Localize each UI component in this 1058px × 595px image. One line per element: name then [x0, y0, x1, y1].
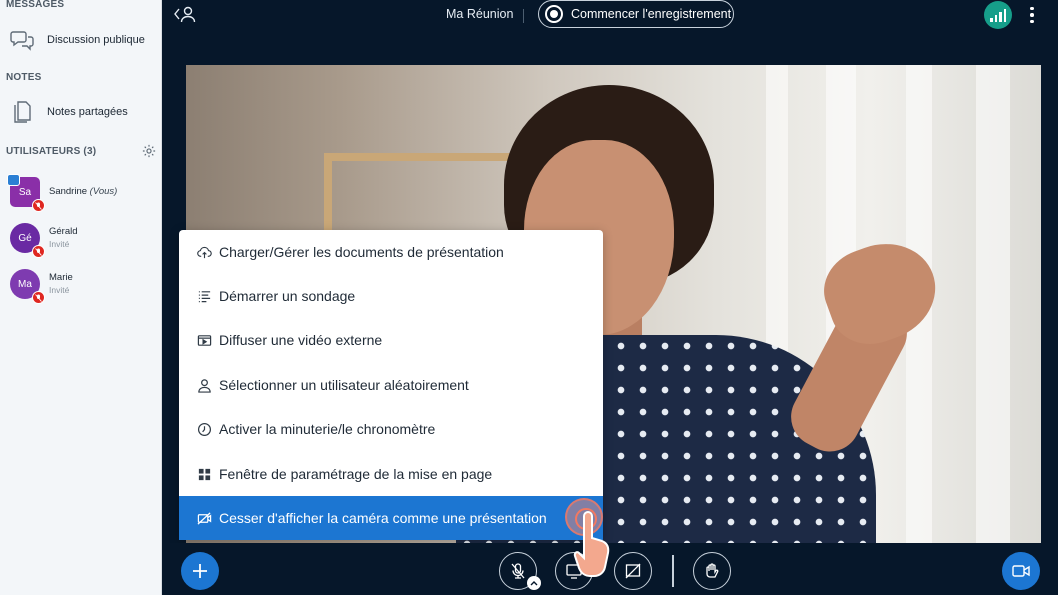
menu-item-layout-settings[interactable]: Fenêtre de paramétrage de la mise en pag… [179, 452, 603, 496]
cloud-upload-icon [197, 245, 212, 260]
menu-item-label: Diffuser une vidéo externe [219, 332, 383, 348]
camera-icon [1012, 565, 1030, 577]
user-name: Gérald [49, 226, 78, 237]
shared-notes-label: Notes partagées [47, 106, 128, 118]
hand-icon [706, 563, 719, 578]
menu-item-label: Fenêtre de paramétrage de la mise en pag… [219, 466, 493, 482]
user-self-tag: (Vous) [89, 186, 118, 197]
notes-section-title: NOTES [6, 72, 42, 83]
menu-item-start-poll[interactable]: Démarrer un sondage [179, 274, 603, 318]
menu-item-timer[interactable]: Activer la minuterie/le chronomètre [179, 407, 603, 451]
menu-item-label: Démarrer un sondage [219, 288, 356, 304]
user-item-sandrine[interactable]: Sa Sandrine (Vous) [7, 172, 160, 212]
raise-hand-button[interactable] [693, 552, 731, 590]
muted-mic-icon [32, 199, 45, 212]
menu-item-label: Activer la minuterie/le chronomètre [219, 421, 436, 437]
messages-section-title: MESSAGES [6, 0, 65, 10]
muted-mic-icon [32, 245, 45, 258]
notes-document-icon [8, 98, 36, 126]
layout-icon [197, 467, 212, 482]
actions-plus-button[interactable] [181, 552, 219, 590]
bottom-divider [672, 555, 674, 587]
presentation-off-icon [625, 563, 641, 579]
curtain-stripe [976, 65, 1010, 543]
menu-item-upload-presentation[interactable]: Charger/Gérer les documents de présentat… [179, 230, 603, 274]
camera-button[interactable] [1002, 552, 1040, 590]
user-role: Invité [49, 239, 70, 249]
top-bar: Ma Réunion Commencer l'enregistrement [162, 0, 1058, 30]
menu-item-random-user[interactable]: Sélectionner un utilisateur aléatoiremen… [179, 363, 603, 407]
user-role: Invité [49, 285, 70, 295]
menu-item-external-video[interactable]: Diffuser une vidéo externe [179, 318, 603, 362]
chevron-up-icon [530, 581, 538, 586]
menu-item-label: Charger/Gérer les documents de présentat… [219, 244, 504, 260]
audio-options-caret[interactable] [527, 576, 541, 590]
avatar-initials: Ma [18, 278, 32, 290]
avatar: Sa [7, 174, 45, 212]
muted-mic-icon [32, 291, 45, 304]
users-section-title: UTILISATEURS (3) [6, 146, 97, 157]
shared-notes-item[interactable]: Notes partagées [8, 95, 158, 129]
pointing-hand-icon [573, 511, 610, 577]
plus-icon [193, 564, 207, 578]
sidebar: MESSAGES Discussion publique NOTES Notes… [0, 0, 162, 595]
stop-camera-presentation-button[interactable] [614, 552, 652, 590]
record-icon [545, 5, 563, 23]
avatar-initials: Sa [18, 186, 32, 198]
user-item-marie[interactable]: Ma Marie Invité [10, 264, 160, 304]
poll-list-icon [197, 289, 212, 304]
toggle-userlist-icon[interactable] [174, 5, 196, 23]
user-item-gerald[interactable]: Gé Gérald Invité [10, 218, 160, 258]
avatar: Ma [10, 269, 45, 304]
camera-off-presentation-icon [197, 511, 212, 526]
bottom-action-bar [162, 543, 1058, 595]
actions-menu: Charger/Gérer les documents de présentat… [179, 230, 603, 540]
connection-status-icon[interactable] [984, 1, 1012, 29]
title-divider [523, 9, 524, 23]
mic-muted-icon [511, 563, 525, 579]
menu-item-stop-camera-presentation[interactable]: Cesser d'afficher la caméra comme une pr… [179, 496, 603, 540]
timer-icon [197, 422, 212, 437]
options-menu-icon[interactable] [1026, 5, 1038, 25]
meeting-title: Ma Réunion [446, 7, 514, 21]
public-chat-item[interactable]: Discussion publique [8, 23, 158, 57]
external-video-icon [197, 333, 212, 348]
start-recording-button[interactable]: Commencer l'enregistrement [538, 0, 734, 28]
menu-item-label: Cesser d'afficher la caméra comme une pr… [219, 510, 547, 526]
avatar: Gé [10, 223, 45, 258]
start-recording-label: Commencer l'enregistrement [571, 7, 732, 21]
chat-bubbles-icon [8, 26, 36, 54]
user-name: Sandrine [49, 186, 88, 197]
public-chat-label: Discussion publique [47, 34, 145, 46]
menu-item-label: Sélectionner un utilisateur aléatoiremen… [219, 377, 469, 393]
gear-icon[interactable] [142, 144, 156, 158]
avatar-initials: Gé [18, 232, 32, 244]
user-icon [197, 378, 212, 393]
presenter-icon [7, 174, 20, 186]
user-name: Marie [49, 272, 73, 283]
